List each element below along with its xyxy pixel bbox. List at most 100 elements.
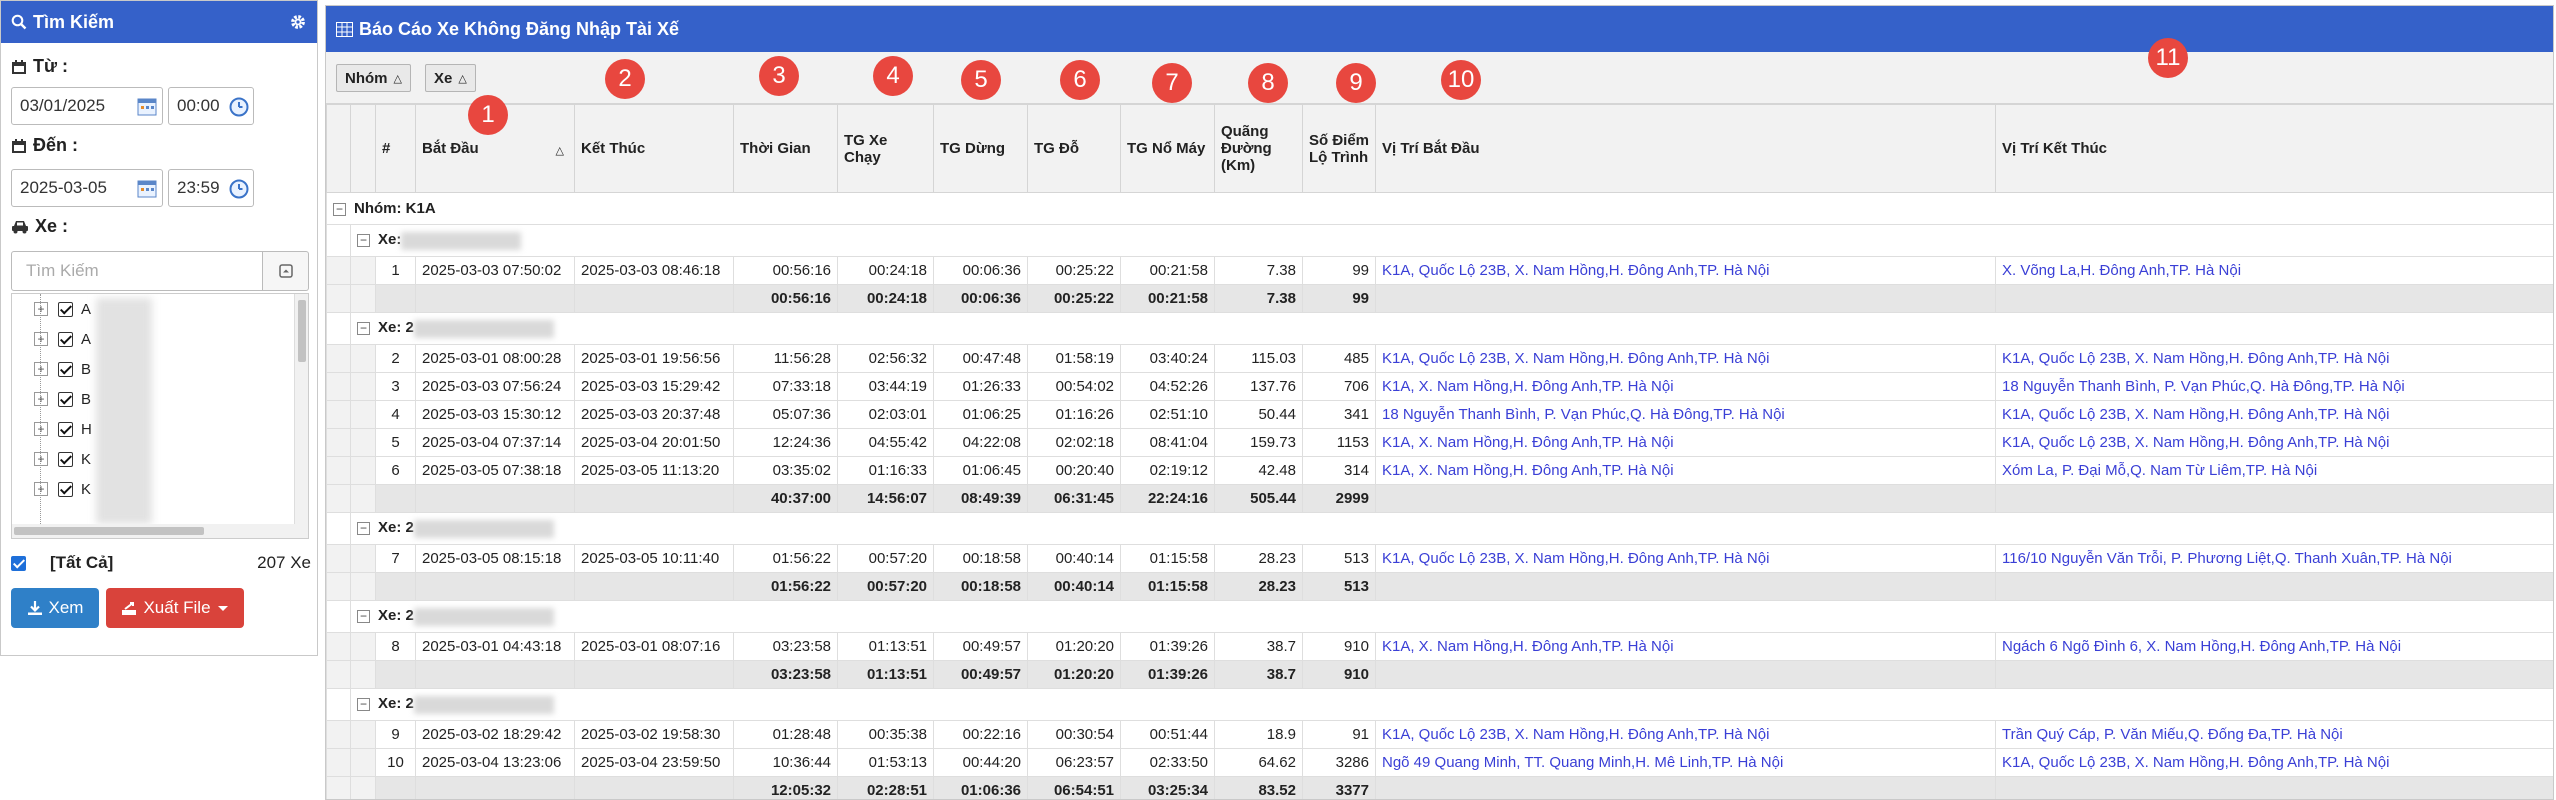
tree-item[interactable]: + A [12,294,308,324]
table-cell[interactable]: K1A, Quốc Lộ 23B, X. Nam Hồng,H. Đông An… [1375,344,1996,373]
table-cell[interactable]: K1A, Quốc Lộ 23B, X. Nam Hồng,H. Đông An… [1995,748,2553,777]
expand-icon[interactable]: + [34,392,48,406]
table-row[interactable]: 8 2025-03-01 04:43:18 2025-03-01 08:07:16 0… [326,632,2553,661]
table-cell: 00:22:16 [933,720,1028,749]
select-all-checkbox[interactable] [11,555,26,571]
collapse-vehicle-icon[interactable]: − [357,322,370,336]
table-row[interactable]: 3 2025-03-03 07:56:24 2025-03-03 15:29:42 0… [326,372,2553,401]
table-cell[interactable]: Trần Quý Cáp, P. Văn Miếu,Q. Đống Đa,TP.… [1995,720,2553,749]
col-header-stop-time[interactable]: TG Dừng [933,104,1028,193]
table-row[interactable]: 4 2025-03-03 15:30:12 2025-03-03 20:37:48 0… [326,400,2553,429]
expand-icon[interactable]: + [34,362,48,376]
table-cell[interactable]: Ngách 6 Ngõ Đình 6, X. Nam Hồng,H. Đông … [1995,632,2553,661]
table-cell: 8 [375,632,416,661]
group-chip-xe[interactable]: Xe △ [425,64,476,92]
table-cell[interactable]: K1A, Quốc Lộ 23B, X. Nam Hồng,H. Đông An… [1995,428,2553,457]
search-panel: Tìm Kiếm Từ : 03/01/2025 00:00 Đến : 202… [0,0,318,656]
tree-vertical-scrollbar[interactable] [294,294,308,538]
expand-icon[interactable]: + [34,302,48,316]
calendar-picker-icon[interactable] [137,97,157,117]
table-cell[interactable]: 18 Nguyễn Thanh Bình, P. Vạn Phúc,Q. Hà … [1995,372,2553,401]
tree-item-checkbox[interactable] [58,331,73,347]
table-cell[interactable]: K1A, Quốc Lộ 23B, X. Nam Hồng,H. Đông An… [1375,256,1996,285]
col-header-engine-time[interactable]: TG Nổ Máy [1120,104,1215,193]
tree-horizontal-scrollbar[interactable] [12,524,296,538]
collapse-vehicle-icon[interactable]: − [357,610,370,624]
table-row[interactable]: 9 2025-03-02 18:29:42 2025-03-02 19:58:30 0… [326,720,2553,749]
col-header-route-points[interactable]: Số Điểm Lộ Trình [1302,104,1376,193]
expand-icon[interactable]: + [34,482,48,496]
table-cell: 01:16:33 [837,456,934,485]
col-header-end-location[interactable]: Vị Trí Kết Thúc [1995,104,2553,193]
table-row[interactable]: 6 2025-03-05 07:38:18 2025-03-05 11:13:20 0… [326,456,2553,485]
col-header-drive-time[interactable]: TG Xe Chạy [837,104,934,193]
table-cell[interactable]: K1A, X. Nam Hồng,H. Đông Anh,TP. Hà Nội [1375,372,1996,401]
annotation-badge: 6 [1060,60,1100,100]
collapse-vehicle-icon[interactable]: − [357,522,370,536]
from-date-input[interactable]: 03/01/2025 [11,87,163,125]
col-header-distance[interactable]: Quãng Đường (Km) [1214,104,1303,193]
redacted-plate [413,607,554,626]
tree-item-checkbox[interactable] [58,391,73,407]
table-cell[interactable]: Ngõ 49 Quang Minh, TT. Quang Minh,H. Mê … [1375,748,1996,777]
table-row[interactable]: 7 2025-03-05 08:15:18 2025-03-05 10:11:40 0… [326,544,2553,573]
collapse-vehicle-icon[interactable]: − [357,698,370,712]
col-header-start-location[interactable]: Vị Trí Bắt Đầu [1375,104,1996,193]
table-cell[interactable]: K1A, Quốc Lộ 23B, X. Nam Hồng,H. Đông An… [1375,720,1996,749]
table-row[interactable]: 10 2025-03-04 13:23:06 2025-03-04 23:59:50… [326,748,2553,777]
tree-item[interactable]: + B [12,354,308,384]
table-cell[interactable]: K1A, X. Nam Hồng,H. Đông Anh,TP. Hà Nội [1375,456,1996,485]
table-cell[interactable]: K1A, X. Nam Hồng,H. Đông Anh,TP. Hà Nội [1375,632,1996,661]
clock-icon[interactable] [229,97,249,117]
table-cell: 06:23:57 [1027,748,1121,777]
table-cell[interactable]: K1A, Quốc Lộ 23B, X. Nam Hồng,H. Đông An… [1375,544,1996,573]
tree-item-checkbox[interactable] [58,361,73,377]
calendar-picker-icon[interactable] [137,179,157,199]
export-file-button[interactable]: Xuất File [106,588,244,628]
table-row[interactable]: 2 2025-03-01 08:00:28 2025-03-01 19:56:56 1… [326,344,2553,373]
tree-item[interactable]: + A [12,324,308,354]
col-header-park-time[interactable]: TG Đỗ [1027,104,1121,193]
table-cell[interactable]: 116/10 Nguyễn Văn Trỗi, P. Phương Liệt,Q… [1995,544,2553,573]
table-cell: 2025-03-01 08:00:28 [415,344,575,373]
from-time-input[interactable]: 00:00 [168,87,254,125]
vehicle-search-input[interactable]: Tìm Kiếm [11,251,263,291]
tree-item[interactable]: + H [12,414,308,444]
subtotal-cell: 01:13:51 [837,660,934,689]
table-cell[interactable]: K1A, Quốc Lộ 23B, X. Nam Hồng,H. Đông An… [1995,344,2553,373]
tree-item-checkbox[interactable] [58,481,73,497]
group-chip-nhom[interactable]: Nhóm △ [336,64,411,92]
table-row[interactable]: 1 2025-03-03 07:50:02 2025-03-03 08:46:18 0… [326,256,2553,285]
table-cell[interactable]: Xóm La, P. Đại Mỗ,Q. Nam Từ Liêm,TP. Hà … [1995,456,2553,485]
table-cell[interactable]: K1A, X. Nam Hồng,H. Đông Anh,TP. Hà Nội [1375,428,1996,457]
gear-icon[interactable] [289,13,307,31]
table-cell[interactable]: X. Võng La,H. Đông Anh,TP. Hà Nội [1995,256,2553,285]
col-header-index[interactable]: # [375,104,416,193]
col-header-duration[interactable]: Thời Gian [733,104,838,193]
group-by-bar: Nhóm △ Xe △ [326,52,2553,104]
collapse-group-icon[interactable]: − [333,202,346,216]
tree-item[interactable]: + B [12,384,308,414]
table-row[interactable]: 5 2025-03-04 07:37:14 2025-03-04 20:01:50 1… [326,428,2553,457]
tree-item-checkbox[interactable] [58,421,73,437]
tree-item-checkbox[interactable] [58,301,73,317]
expand-icon[interactable]: + [34,452,48,466]
tree-item-checkbox[interactable] [58,451,73,467]
tree-item[interactable]: + K [12,444,308,474]
sort-asc-icon: △ [393,72,402,85]
collapse-tree-button[interactable] [263,251,309,291]
collapse-vehicle-icon[interactable]: − [357,234,370,248]
table-cell: 01:16:26 [1027,400,1121,429]
col-header-end[interactable]: Kết Thúc [574,104,734,193]
to-time-input[interactable]: 23:59 [168,169,254,207]
vehicle-label: Xe: 2 [378,519,414,537]
vehicle-count: 207 Xe [257,553,311,572]
view-button[interactable]: Xem [11,588,99,628]
expand-icon[interactable]: + [34,332,48,346]
expand-icon[interactable]: + [34,422,48,436]
table-cell[interactable]: K1A, Quốc Lộ 23B, X. Nam Hồng,H. Đông An… [1995,400,2553,429]
tree-item[interactable]: + K [12,474,308,504]
table-cell[interactable]: 18 Nguyễn Thanh Bình, P. Vạn Phúc,Q. Hà … [1375,400,1996,429]
to-date-input[interactable]: 2025-03-05 [11,169,163,207]
clock-icon[interactable] [229,179,249,199]
